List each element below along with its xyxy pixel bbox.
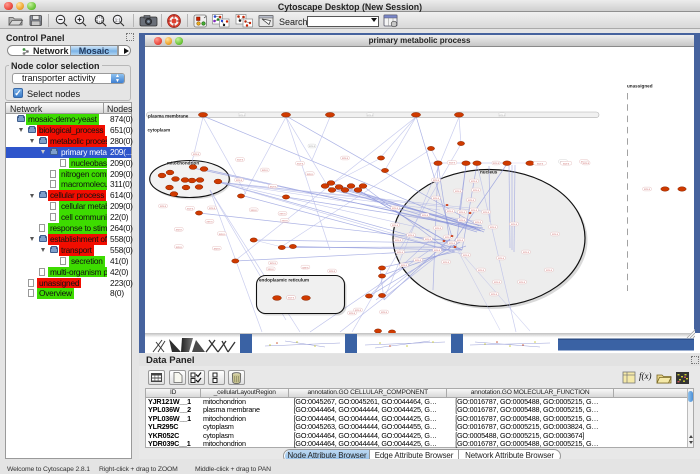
svg-text:xxx-x: xxx-x bbox=[193, 153, 200, 156]
svg-text:xxx-x: xxx-x bbox=[282, 220, 289, 223]
svg-text:xxx-x: xxx-x bbox=[270, 262, 277, 265]
svg-text:xxx-x: xxx-x bbox=[471, 209, 478, 212]
svg-text:xxx-x: xxx-x bbox=[309, 145, 316, 148]
svg-text:xxx-x: xxx-x bbox=[214, 247, 221, 250]
svg-text:xxx-x: xxx-x bbox=[511, 223, 518, 226]
svg-text:xxx-x: xxx-x bbox=[523, 251, 530, 254]
svg-text:xxx-x: xxx-x bbox=[455, 190, 462, 193]
svg-text:xxx-x: xxx-x bbox=[463, 254, 470, 257]
svg-text:xxx-x: xxx-x bbox=[498, 257, 505, 260]
svg-text:xxx-x: xxx-x bbox=[449, 242, 456, 245]
svg-text:xxx-x: xxx-x bbox=[239, 114, 246, 117]
svg-text:unassigned: unassigned bbox=[627, 84, 653, 89]
svg-text:xxx-x: xxx-x bbox=[381, 311, 388, 314]
svg-text:xxx-x: xxx-x bbox=[473, 189, 480, 192]
svg-text:xxx-x: xxx-x bbox=[519, 281, 526, 284]
svg-text:xxx-x: xxx-x bbox=[268, 268, 275, 271]
svg-text:xxx-x: xxx-x bbox=[342, 157, 349, 160]
svg-text:xxx-x: xxx-x bbox=[392, 224, 399, 227]
svg-text:xxx-x: xxx-x bbox=[537, 162, 544, 165]
svg-text:xxx-x: xxx-x bbox=[422, 214, 429, 217]
svg-text:xxx-x: xxx-x bbox=[434, 249, 441, 252]
svg-text:xxx-x: xxx-x bbox=[475, 221, 482, 224]
svg-text:xxx-x: xxx-x bbox=[176, 246, 183, 249]
svg-text:xxx-x: xxx-x bbox=[490, 226, 497, 229]
svg-text:xxx-x: xxx-x bbox=[468, 199, 475, 202]
svg-text:xxx-x: xxx-x bbox=[401, 264, 408, 267]
svg-text:xxx-x: xxx-x bbox=[367, 114, 374, 117]
svg-text:xxx-x: xxx-x bbox=[494, 281, 501, 284]
svg-text:xxx-x: xxx-x bbox=[552, 233, 559, 236]
svg-text:xxx-x: xxx-x bbox=[459, 211, 466, 214]
svg-text:xxx-x: xxx-x bbox=[302, 266, 309, 269]
svg-text:xxx-x: xxx-x bbox=[288, 297, 295, 300]
svg-text:xxx-x: xxx-x bbox=[449, 162, 456, 165]
svg-text:cytoplasm: cytoplasm bbox=[148, 128, 171, 133]
svg-text:xxx-x: xxx-x bbox=[493, 162, 500, 165]
svg-text:xxx-x: xxx-x bbox=[415, 259, 422, 262]
svg-text:xxx-x: xxx-x bbox=[408, 234, 415, 237]
svg-text:xxx-x: xxx-x bbox=[433, 197, 440, 200]
svg-text:xxx-x: xxx-x bbox=[397, 251, 404, 254]
svg-text:xxx-x: xxx-x bbox=[459, 219, 466, 222]
svg-text:1:1: 1:1 bbox=[115, 18, 122, 23]
svg-text:plasma membrane: plasma membrane bbox=[148, 113, 189, 118]
svg-text:xxx-x: xxx-x bbox=[307, 173, 314, 176]
svg-text:xxx-x: xxx-x bbox=[478, 269, 485, 272]
svg-text:xxx-x: xxx-x bbox=[160, 205, 167, 208]
svg-text:xxx-x: xxx-x bbox=[433, 179, 440, 182]
svg-text:xxx-x: xxx-x bbox=[236, 179, 243, 182]
svg-text:xxx-x: xxx-x bbox=[546, 269, 553, 272]
svg-text:xxx-x: xxx-x bbox=[395, 239, 402, 242]
svg-text:xxx-x: xxx-x bbox=[644, 188, 651, 191]
svg-text:xxx-x: xxx-x bbox=[499, 114, 506, 117]
svg-text:xxx-x: xxx-x bbox=[279, 213, 286, 216]
svg-text:xxx-x: xxx-x bbox=[457, 239, 464, 242]
svg-text:xxx-x: xxx-x bbox=[176, 229, 183, 232]
svg-text:xxx-x: xxx-x bbox=[270, 185, 277, 188]
svg-text:xxx-x: xxx-x bbox=[349, 312, 356, 315]
svg-text:xxx-x: xxx-x bbox=[237, 159, 244, 162]
svg-text:xxx-x: xxx-x bbox=[187, 208, 194, 211]
svg-text:xxx-x: xxx-x bbox=[262, 169, 269, 172]
svg-text:xxx-x: xxx-x bbox=[491, 293, 498, 296]
svg-text:xxx-x: xxx-x bbox=[445, 236, 452, 239]
svg-text:xxx-x: xxx-x bbox=[297, 163, 304, 166]
svg-text:xxx-x: xxx-x bbox=[219, 233, 226, 236]
svg-text:xxx-x: xxx-x bbox=[209, 207, 216, 210]
svg-text:xxx-x: xxx-x bbox=[206, 221, 213, 224]
svg-text:xxx-x: xxx-x bbox=[471, 180, 478, 183]
svg-text:xxx-x: xxx-x bbox=[563, 162, 570, 165]
svg-text:xxx-x: xxx-x bbox=[392, 207, 399, 210]
svg-text:xxx-x: xxx-x bbox=[483, 211, 490, 214]
svg-text:xxx-x: xxx-x bbox=[425, 238, 432, 241]
svg-text:endoplasmic reticulum: endoplasmic reticulum bbox=[259, 278, 309, 283]
svg-text:xxx-x: xxx-x bbox=[435, 227, 442, 230]
svg-text:xxx-x: xxx-x bbox=[329, 270, 336, 273]
svg-text:xxx-x: xxx-x bbox=[443, 261, 450, 264]
svg-text:xxx-x: xxx-x bbox=[447, 210, 454, 213]
svg-text:nucleus: nucleus bbox=[480, 170, 498, 175]
svg-text:xxx-x: xxx-x bbox=[251, 209, 258, 212]
svg-text:xxx-x: xxx-x bbox=[583, 162, 590, 165]
